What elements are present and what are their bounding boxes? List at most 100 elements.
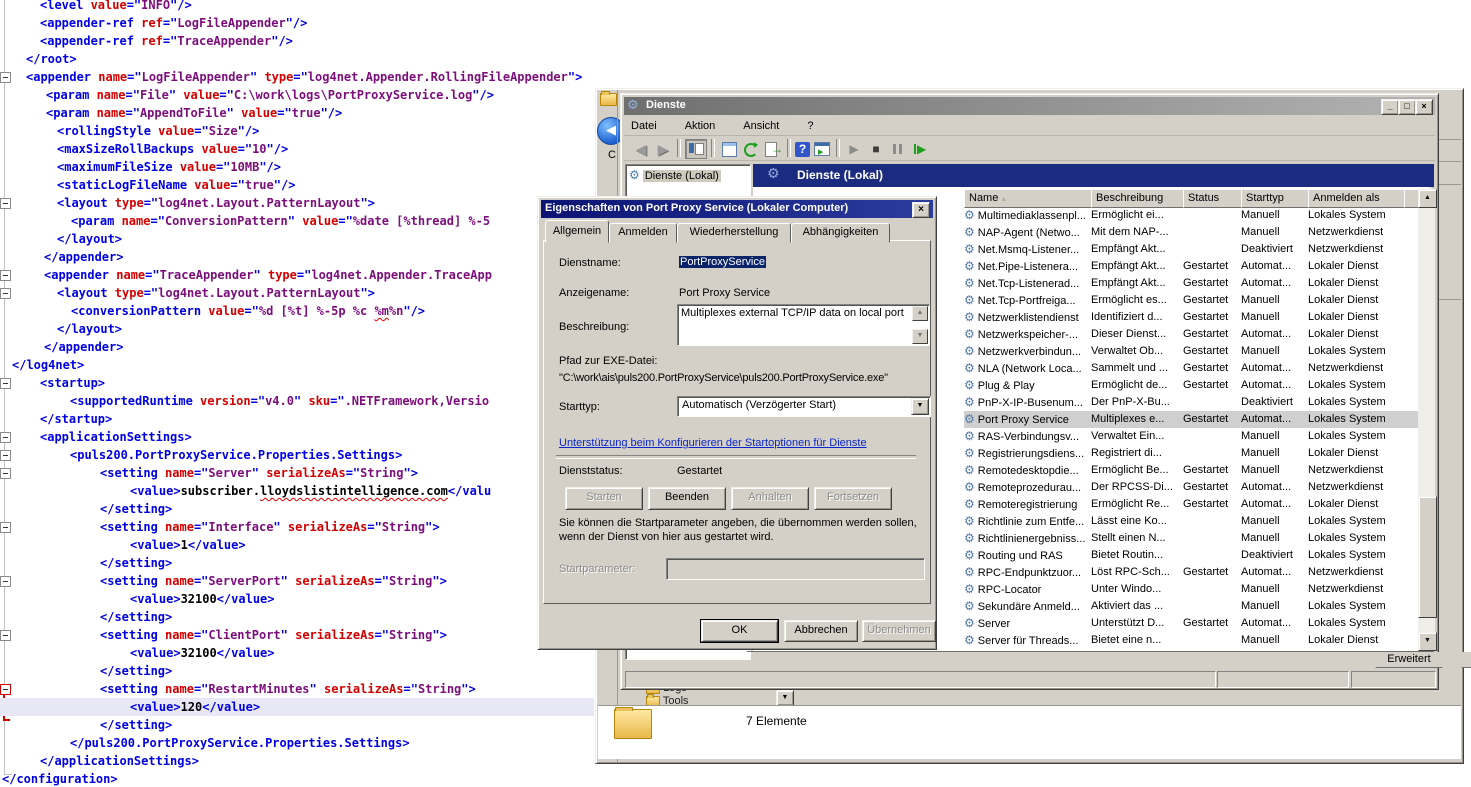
table-row[interactable]: ⚙RPC-LocatorUnter Windo...ManuellNetzwer…: [964, 581, 1418, 598]
table-row[interactable]: ⚙Server für Threads...Bietet eine n...Ma…: [964, 632, 1418, 649]
service-name: ⚙Registrierungsdiens...: [964, 445, 1091, 463]
column-header-name[interactable]: Name ▲: [964, 189, 1095, 208]
fold-marker-icon[interactable]: [0, 432, 11, 443]
back-icon[interactable]: ◀: [631, 140, 651, 158]
description-box[interactable]: Multiplexes external TCP/IP data on loca…: [677, 304, 930, 346]
table-row[interactable]: ⚙Remoteprozedurau...Der RPCSS-Di...Gesta…: [964, 479, 1418, 496]
table-row[interactable]: ⚙Net.Tcp-Portfreiga...Ermöglicht es...Ge…: [964, 292, 1418, 309]
table-row[interactable]: ⚙Net.Msmq-Listener...Empfängt Akt...Deak…: [964, 241, 1418, 258]
tree-item-dienste-lokal[interactable]: ⚙ Dienste (Lokal): [629, 168, 721, 182]
code-line: </configuration>: [2, 770, 118, 787]
table-row[interactable]: ⚙Multimediaklassenpl...Ermöglicht ei...M…: [964, 207, 1418, 224]
cancel-button[interactable]: Abbrechen: [784, 620, 858, 642]
minimize-button[interactable]: _: [1381, 99, 1399, 115]
column-header-starttyp[interactable]: Starttyp: [1241, 189, 1312, 208]
scroll-up-button[interactable]: ▲: [912, 306, 928, 321]
startup-options-link[interactable]: Unterstützung beim Konfigurieren der Sta…: [559, 437, 867, 449]
fold-marker-icon[interactable]: [0, 468, 11, 479]
code-token: =": [145, 268, 159, 282]
window-titlebar[interactable]: ⚙ Dienste _ □ ×: [624, 97, 1435, 115]
table-row[interactable]: ⚙Richtlinie zum Entfe...Lässt eine Ko...…: [964, 513, 1418, 530]
table-row[interactable]: ⚙RPC-Endpunktzuor...Löst RPC-Sch...Gesta…: [964, 564, 1418, 581]
table-row[interactable]: ⚙NAP-Agent (Netwo...Mit dem NAP-...Manue…: [964, 224, 1418, 241]
tab-anmelden[interactable]: Anmelden: [609, 223, 677, 243]
table-row[interactable]: ⚙NetzwerklistendienstIdentifiziert d...G…: [964, 309, 1418, 326]
fold-marker-icon[interactable]: [0, 576, 11, 587]
service-name-value[interactable]: PortProxyService: [679, 256, 766, 268]
services-list[interactable]: Name ▲BeschreibungStatusStarttypAnmelden…: [964, 189, 1435, 651]
table-row[interactable]: ⚙Sekundäre Anmeld...Aktiviert das ...Man…: [964, 598, 1418, 615]
startparameter-input[interactable]: [666, 558, 925, 580]
dropdown-button[interactable]: ▼: [776, 690, 794, 706]
refresh-icon[interactable]: [741, 140, 761, 158]
show-tree-icon[interactable]: [685, 139, 707, 159]
play-icon[interactable]: ▶: [844, 140, 864, 158]
beenden-button[interactable]: Beenden: [648, 487, 726, 510]
table-row[interactable]: ⚙Registrierungsdiens...Registriert di...…: [964, 445, 1418, 462]
table-row[interactable]: ⚙Net.Tcp-Listenerad...Empfängt Akt...Ges…: [964, 275, 1418, 292]
dialog-titlebar[interactable]: Eigenschaften von Port Proxy Service (Lo…: [541, 200, 933, 218]
scroll-down-button[interactable]: ▼: [1418, 632, 1437, 651]
fold-marker-icon[interactable]: [0, 270, 11, 281]
chevron-down-icon[interactable]: ▼: [911, 398, 929, 415]
stop-icon[interactable]: ■: [866, 140, 886, 158]
code-token: %date [%thread] %-5: [353, 214, 490, 228]
table-row[interactable]: ⚙Routing und RASBietet Routin...Deaktivi…: [964, 547, 1418, 564]
fold-marker-icon[interactable]: [0, 522, 11, 533]
table-row[interactable]: ⚙Richtlinienergebniss...Stellt einen N..…: [964, 530, 1418, 547]
service-name: ⚙Remoteprozedurau...: [964, 479, 1091, 497]
close-icon[interactable]: ×: [912, 202, 930, 218]
scroll-down-button[interactable]: ▼: [912, 329, 928, 344]
menu-item-ansicht[interactable]: Ansicht: [736, 118, 786, 134]
table-row[interactable]: ⚙Remotedesktopdie...Ermöglicht Be...Gest…: [964, 462, 1418, 479]
maximize-button[interactable]: □: [1398, 99, 1416, 115]
table-row[interactable]: ⚙Netzwerkverbindun...Verwaltet Ob...Gest…: [964, 343, 1418, 360]
column-header-beschreibung[interactable]: Beschreibung: [1091, 189, 1187, 208]
fold-marker-icon[interactable]: [0, 378, 11, 389]
table-row[interactable]: ⚙Netzwerkspeicher-...Dieser Dienst...Ges…: [964, 326, 1418, 343]
vertical-scrollbar[interactable]: ▲ ▼: [1418, 189, 1435, 649]
tab-allgemein[interactable]: Allgemein: [545, 220, 609, 243]
service-name: ⚙Port Proxy Service: [964, 411, 1091, 429]
table-row[interactable]: ⚙PnP-X-IP-Busenum...Der PnP-X-Bu...Deakt…: [964, 394, 1418, 411]
menu-item-aktion[interactable]: Aktion: [678, 118, 723, 134]
scroll-up-button[interactable]: ▲: [1418, 189, 1437, 208]
table-row[interactable]: ⚙RemoteregistrierungErmöglicht Re...Gest…: [964, 496, 1418, 513]
code-line: <setting name="ClientPort" serializeAs="…: [100, 626, 447, 644]
table-row[interactable]: ⚙Net.Pipe-Listenera...Empfängt Akt...Ges…: [964, 258, 1418, 275]
service-logonas: Lokaler Dienst: [1308, 275, 1418, 292]
fold-marker-icon[interactable]: [0, 72, 11, 83]
fold-marker-icon[interactable]: [0, 288, 11, 299]
service-logonas: Lokales System: [1308, 411, 1418, 428]
forward-icon[interactable]: ▶: [653, 140, 673, 158]
table-row[interactable]: ⚙Plug & PlayErmöglicht de...GestartetAut…: [964, 377, 1418, 394]
fold-marker-icon[interactable]: [0, 630, 11, 641]
extended-view-icon[interactable]: ▶: [812, 140, 832, 158]
code-token: lloydslistintelligence.com: [260, 484, 448, 498]
restart-icon[interactable]: ▶: [910, 140, 930, 158]
table-row[interactable]: ⚙RAS-Verbindungsv...Verwaltet Ein...Manu…: [964, 428, 1418, 445]
ok-button[interactable]: OK: [701, 620, 778, 642]
export-list-icon[interactable]: →: [763, 140, 783, 158]
startup-type-combobox[interactable]: Automatisch (Verzögerter Start) ▼: [677, 396, 931, 417]
tab-wiederherstellung[interactable]: Wiederherstellung: [677, 223, 791, 243]
fold-marker-icon[interactable]: [0, 450, 11, 461]
help-icon[interactable]: ?: [795, 142, 810, 157]
close-button[interactable]: ×: [1415, 99, 1433, 115]
menu-item-datei[interactable]: Datei: [624, 118, 664, 134]
tab-abhngigkeiten[interactable]: Abhängigkeiten: [791, 223, 890, 243]
properties-icon[interactable]: [719, 140, 739, 158]
code-line: <rollingStyle value="Size"/>: [57, 122, 259, 140]
fold-marker-icon[interactable]: [0, 684, 11, 695]
column-header-anmeldenals[interactable]: Anmelden als: [1308, 189, 1408, 208]
column-header-status[interactable]: Status: [1183, 189, 1245, 208]
code-token: <value>: [130, 700, 181, 714]
menu-item-?[interactable]: ?: [800, 118, 820, 134]
tab-erweitert[interactable]: Erweitert: [1367, 652, 1451, 668]
fold-marker-icon[interactable]: [0, 198, 11, 209]
scrollbar-thumb[interactable]: [1418, 496, 1437, 618]
table-row[interactable]: ⚙ServerUnterstützt D...GestartetAutomat.…: [964, 615, 1418, 632]
table-row[interactable]: ⚙NLA (Network Loca...Sammelt und ...Gest…: [964, 360, 1418, 377]
pause-icon[interactable]: [888, 140, 908, 158]
table-row[interactable]: ⚙Port Proxy ServiceMultiplexes e...Gesta…: [964, 411, 1418, 428]
